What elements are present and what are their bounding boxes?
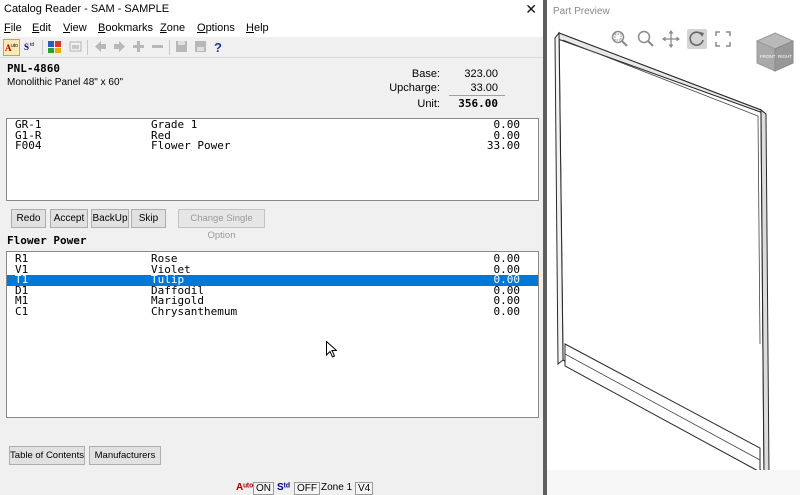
- list-item[interactable]: R1 Rose 0.00: [7, 253, 538, 265]
- list-item[interactable]: F004 Flower Power 33.00: [7, 140, 538, 152]
- menu-edit[interactable]: Edit: [32, 22, 51, 34]
- save-as-icon[interactable]: [192, 39, 209, 56]
- window-title: Catalog Reader - SAM - SAMPLE: [4, 3, 170, 15]
- product-code: PNL-4860: [7, 62, 60, 75]
- svg-text:td: td: [30, 42, 34, 48]
- svg-text:?: ?: [214, 40, 222, 54]
- list-item[interactable]: D1 Daffodil 0.00: [7, 285, 538, 297]
- base-value: 323.00: [464, 68, 498, 80]
- toolbar-separator: [87, 40, 88, 55]
- list-item[interactable]: G1-R Red 0.00: [7, 130, 538, 142]
- version-status: V4: [355, 482, 374, 495]
- std-status-value: OFF: [294, 482, 320, 495]
- backup-button[interactable]: BackUp: [91, 209, 129, 228]
- menu-zone[interactable]: Zone: [160, 22, 185, 34]
- standard-icon[interactable]: Std: [22, 39, 39, 56]
- help-icon[interactable]: ?: [210, 39, 227, 56]
- auto-size-icon[interactable]: Auto: [3, 39, 20, 56]
- list-item[interactable]: GR-1 Grade 1 0.00: [7, 119, 538, 131]
- menu-file[interactable]: File: [4, 22, 22, 34]
- title-bar: Catalog Reader - SAM - SAMPLE ✕: [0, 0, 545, 19]
- manufacturers-button[interactable]: Manufacturers: [89, 446, 161, 465]
- base-label: Base:: [411, 68, 440, 80]
- catalog-reader-window: Catalog Reader - SAM - SAMPLE ✕ File Edi…: [0, 0, 545, 495]
- skip-button[interactable]: Skip: [131, 209, 166, 228]
- list-item[interactable]: V1 Violet 0.00: [7, 264, 538, 276]
- toolbar-separator: [169, 40, 170, 55]
- upcharge-label: Upcharge:: [389, 82, 440, 94]
- upcharge-value: 33.00: [470, 82, 498, 94]
- part-preview-panel: Part Preview FRONT RIGHT: [547, 0, 800, 495]
- unit-value: 356.00: [458, 97, 498, 110]
- std-status-icon: Sᵗᵈ: [277, 482, 290, 493]
- auto-status-icon: Aᵘᵗᵒ: [236, 482, 254, 493]
- product-description: Monolithic Panel 48" x 60": [7, 77, 124, 88]
- selected-options-list[interactable]: GR-1 Grade 1 0.00 G1-R Red 0.00 F004 Flower P…: [6, 118, 539, 201]
- arrow-left-icon[interactable]: [92, 39, 109, 56]
- svg-text:S: S: [24, 42, 29, 52]
- zone-status: Zone 1: [321, 482, 353, 493]
- arrow-right-icon[interactable]: [111, 39, 128, 56]
- change-single-option-button[interactable]: Change Single Option: [178, 209, 265, 241]
- close-icon[interactable]: ✕: [525, 1, 537, 18]
- menu-help[interactable]: Help: [246, 22, 269, 34]
- minus-icon[interactable]: [149, 39, 166, 56]
- image-icon[interactable]: [67, 39, 84, 56]
- list-item[interactable]: M1 Marigold 0.00: [7, 296, 538, 307]
- menu-bookmarks[interactable]: Bookmarks: [98, 22, 153, 34]
- table-of-contents-button[interactable]: Table of Contents: [9, 446, 85, 465]
- screen: Catalog Reader - SAM - SAMPLE ✕ File Edi…: [0, 0, 800, 495]
- price-rule: [449, 95, 505, 96]
- group-options-list[interactable]: R1 Rose 0.00 V1 Violet 0.00 T1 Tulip 0.00 D1 Da…: [6, 251, 539, 418]
- accept-button[interactable]: Accept: [50, 209, 88, 228]
- unit-label: Unit:: [417, 98, 440, 110]
- save-icon[interactable]: [173, 39, 190, 56]
- menu-view[interactable]: View: [63, 22, 87, 34]
- list-item[interactable]: C1 Chrysanthemum 0.00: [7, 306, 538, 318]
- auto-status-value: ON: [253, 482, 274, 495]
- list-item-selected[interactable]: T1 Tulip 0.00: [7, 274, 538, 286]
- toolbar-separator: [42, 40, 43, 55]
- lookup-icon[interactable]: [46, 39, 63, 56]
- svg-text:uto: uto: [11, 43, 18, 49]
- mouse-cursor-icon: [326, 341, 337, 358]
- option-group-title: Flower Power: [7, 234, 87, 247]
- status-bar: Aᵘᵗᵒ ON Sᵗᵈ OFF Zone 1 V4: [0, 481, 545, 495]
- panel-3d-model: [547, 31, 800, 495]
- menu-bar: File Edit View Bookmarks Zone Options He…: [0, 19, 545, 37]
- menu-options[interactable]: Options: [197, 22, 235, 34]
- toolbar: Auto Std ?: [0, 37, 545, 58]
- plus-icon[interactable]: [130, 39, 147, 56]
- redo-button[interactable]: Redo: [11, 209, 46, 228]
